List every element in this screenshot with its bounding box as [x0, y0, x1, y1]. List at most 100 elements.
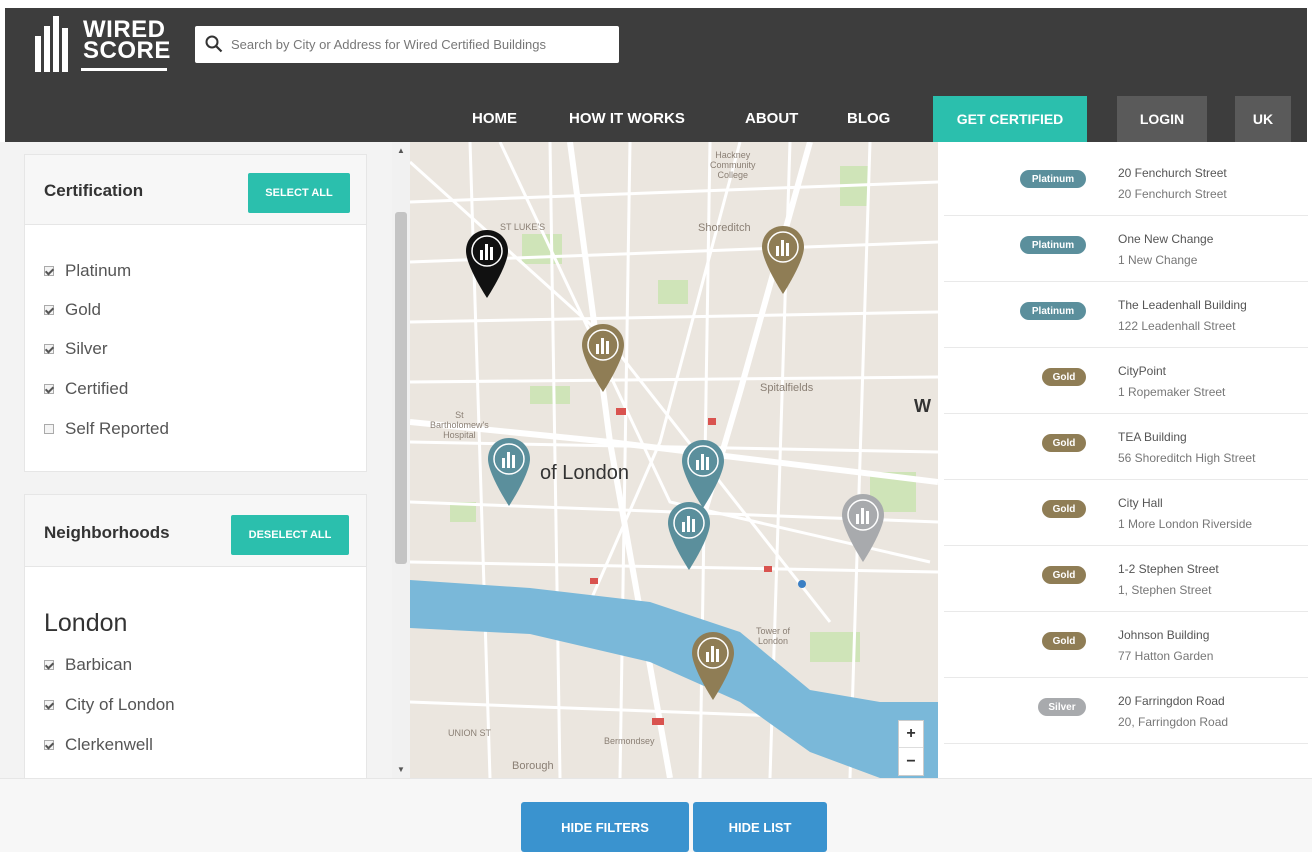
- building-name[interactable]: The Leadenhall Building: [1118, 298, 1247, 312]
- checkbox-self-reported[interactable]: [44, 424, 54, 434]
- map-zoom-control: + −: [898, 720, 924, 776]
- tier-badge: Gold: [1042, 368, 1086, 386]
- building-address: 1 Ropemaker Street: [1118, 385, 1226, 399]
- checkbox-silver[interactable]: [44, 344, 54, 354]
- tier-badge: Gold: [1042, 500, 1086, 518]
- search-icon: [205, 35, 223, 53]
- neighborhoods-panel: Neighborhoods DESELECT ALL London Barbic…: [24, 494, 367, 778]
- map-label-borough: Borough: [512, 760, 554, 772]
- building-address: 20, Farringdon Road: [1118, 715, 1229, 729]
- certification-panel-header: Certification SELECT ALL: [25, 155, 366, 225]
- region-button[interactable]: UK: [1235, 96, 1291, 142]
- site-header: WIRED SCORE HOME HOW IT WORKS ABOUT BLOG…: [5, 8, 1307, 142]
- building-name[interactable]: City Hall: [1118, 496, 1163, 510]
- nav-home[interactable]: HOME: [472, 110, 517, 127]
- deselect-all-button[interactable]: DESELECT ALL: [231, 515, 349, 555]
- checkbox-platinum[interactable]: [44, 266, 54, 276]
- checkbox-barbican[interactable]: [44, 660, 54, 670]
- nav-about[interactable]: ABOUT: [745, 110, 798, 127]
- building-name[interactable]: CityPoint: [1118, 364, 1166, 378]
- checkbox-certified[interactable]: [44, 384, 54, 394]
- map-marker-gold[interactable]: [690, 630, 736, 702]
- filter-clerkenwell[interactable]: Clerkenwell: [44, 735, 153, 755]
- search-box: [195, 26, 619, 63]
- footer-bar: HIDE FILTERS HIDE LIST: [0, 778, 1312, 852]
- logo-wordmark: WIRED SCORE: [83, 18, 171, 64]
- tier-badge: Gold: [1042, 632, 1086, 650]
- filter-silver[interactable]: Silver: [44, 339, 108, 359]
- logo-underline: [81, 68, 167, 71]
- filter-label: Gold: [65, 300, 101, 319]
- scroll-up-arrow-icon[interactable]: ▲: [397, 146, 405, 155]
- building-name[interactable]: 1-2 Stephen Street: [1118, 562, 1219, 576]
- login-button[interactable]: LOGIN: [1117, 96, 1207, 142]
- building-list-row[interactable]: Silver 20 Farringdon Road 20, Farringdon R…: [944, 678, 1308, 744]
- building-address: 20 Fenchurch Street: [1118, 187, 1227, 201]
- building-list-row[interactable]: Gold TEA Building 56 Shoreditch High Stree…: [944, 414, 1308, 480]
- tier-badge: Platinum: [1020, 170, 1086, 188]
- building-name[interactable]: TEA Building: [1118, 430, 1187, 444]
- scroll-down-arrow-icon[interactable]: ▼: [397, 765, 405, 774]
- filter-self-reported[interactable]: Self Reported: [44, 419, 169, 439]
- map-marker-silver[interactable]: [840, 492, 886, 564]
- certification-title: Certification: [44, 181, 144, 200]
- filter-platinum[interactable]: Platinum: [44, 261, 131, 281]
- filter-label: Barbican: [65, 655, 133, 674]
- map-label-tower: Tower of London: [756, 626, 791, 646]
- zoom-out-button[interactable]: −: [899, 748, 923, 775]
- checkbox-city-of-london[interactable]: [44, 700, 54, 710]
- tier-badge: Platinum: [1020, 236, 1086, 254]
- map-label-shoreditch: Shoreditch: [698, 222, 751, 234]
- building-name[interactable]: One New Change: [1118, 232, 1213, 246]
- map-view[interactable]: Hackney Community College Shoreditch ST …: [410, 142, 938, 778]
- map-marker-platinum[interactable]: [666, 500, 712, 572]
- map-label-union-st: UNION ST: [448, 728, 492, 738]
- map-label-city-of-london: of London: [540, 462, 629, 484]
- logo-line-2: SCORE: [83, 37, 171, 64]
- building-list-row[interactable]: Gold CityPoint 1 Ropemaker Street: [944, 348, 1308, 414]
- get-certified-button[interactable]: GET CERTIFIED: [933, 96, 1087, 142]
- building-list-row[interactable]: Gold 1-2 Stephen Street 1, Stephen Street: [944, 546, 1308, 612]
- search-input[interactable]: [231, 32, 611, 57]
- map-label-bermondsey: Bermondsey: [604, 736, 655, 746]
- map-marker-selected[interactable]: [464, 228, 510, 300]
- zoom-in-button[interactable]: +: [899, 721, 923, 748]
- map-marker-platinum[interactable]: [486, 436, 532, 508]
- building-name[interactable]: Johnson Building: [1118, 628, 1209, 642]
- scrollbar-thumb[interactable]: [395, 212, 407, 564]
- map-label-barts: St Bartholomew's Hospital: [430, 410, 489, 440]
- tier-badge: Gold: [1042, 434, 1086, 452]
- filter-label: Platinum: [65, 261, 132, 280]
- map-label-hackney: Hackney Community College: [710, 150, 756, 180]
- filter-certified[interactable]: Certified: [44, 379, 128, 399]
- city-heading: London: [44, 609, 128, 637]
- building-address: 1 More London Riverside: [1118, 517, 1253, 531]
- building-address: 1, Stephen Street: [1118, 583, 1212, 597]
- nav-blog[interactable]: BLOG: [847, 110, 890, 127]
- map-marker-gold[interactable]: [580, 322, 626, 394]
- map-marker-gold[interactable]: [760, 224, 806, 296]
- wiredscore-logo[interactable]: WIRED SCORE: [31, 12, 171, 76]
- certification-panel: Certification SELECT ALL Platinum Gold S…: [24, 154, 367, 472]
- filter-city-of-london[interactable]: City of London: [44, 695, 175, 715]
- select-all-button[interactable]: SELECT ALL: [248, 173, 350, 213]
- building-address: 122 Leadenhall Street: [1118, 319, 1236, 333]
- building-list-row[interactable]: Gold Johnson Building 77 Hatton Garden: [944, 612, 1308, 678]
- hide-list-button[interactable]: HIDE LIST: [693, 802, 827, 852]
- building-list-row[interactable]: Platinum 20 Fenchurch Street 20 Fenchurch …: [944, 150, 1308, 216]
- building-name[interactable]: 20 Farringdon Road: [1118, 694, 1225, 708]
- map-label-spitalfields: Spitalfields: [760, 382, 814, 394]
- filter-gold[interactable]: Gold: [44, 300, 101, 320]
- neighborhoods-title: Neighborhoods: [44, 523, 170, 542]
- building-list-row[interactable]: Gold City Hall 1 More London Riverside: [944, 480, 1308, 546]
- filter-barbican[interactable]: Barbican: [44, 655, 132, 675]
- nav-how-it-works[interactable]: HOW IT WORKS: [569, 110, 685, 127]
- checkbox-clerkenwell[interactable]: [44, 740, 54, 750]
- building-list-row[interactable]: Platinum The Leadenhall Building 122 Leade…: [944, 282, 1308, 348]
- building-name[interactable]: 20 Fenchurch Street: [1118, 166, 1227, 180]
- sidebar-scrollbar[interactable]: ▲ ▼: [392, 142, 410, 778]
- checkbox-gold[interactable]: [44, 305, 54, 315]
- hide-filters-button[interactable]: HIDE FILTERS: [521, 802, 689, 852]
- building-list-row[interactable]: Platinum One New Change 1 New Change: [944, 216, 1308, 282]
- tier-badge: Gold: [1042, 566, 1086, 584]
